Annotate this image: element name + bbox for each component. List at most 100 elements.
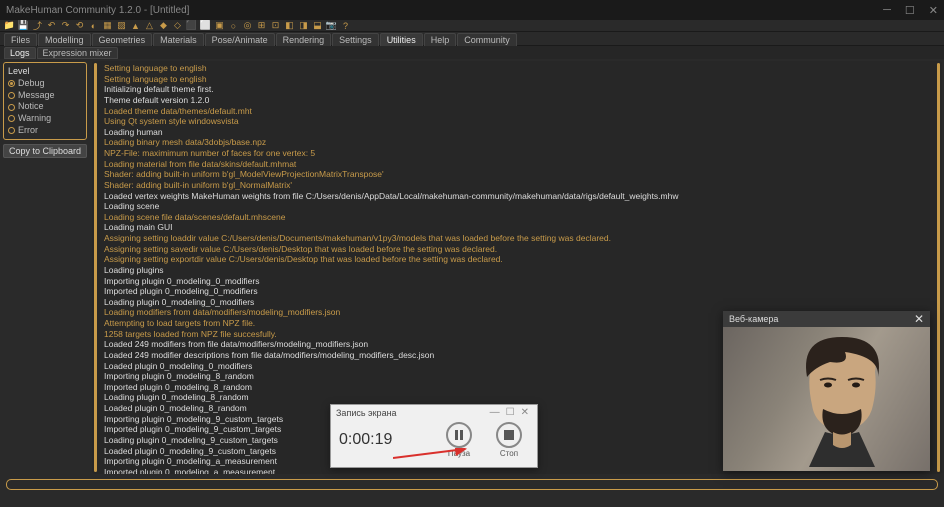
log-line: Loading human	[104, 127, 938, 138]
pause-label: Пауза	[448, 449, 470, 458]
radio-icon	[8, 92, 15, 99]
log-line: Loaded theme data/themes/default.mht	[104, 106, 938, 117]
stop-icon	[504, 430, 514, 440]
toolbar-skel-icon[interactable]: △	[144, 20, 155, 31]
radio-icon	[8, 104, 15, 111]
tab-community[interactable]: Community	[457, 33, 517, 46]
toolbar-t3-icon[interactable]: ⬓	[312, 20, 323, 31]
toolbar-wire-icon[interactable]: ▦	[102, 20, 113, 31]
sidebar: Level DebugMessageNoticeWarningError Cop…	[0, 59, 90, 476]
toolbar-cam2-icon[interactable]: ◎	[242, 20, 253, 31]
log-line: Loading plugin 0_modeling_0_modifiers	[104, 297, 938, 308]
level-option-notice[interactable]: Notice	[8, 101, 82, 113]
log-line: Loading main GUI	[104, 222, 938, 233]
recorder-maximize-icon[interactable]: ☐	[503, 407, 518, 418]
status-input[interactable]	[6, 479, 938, 490]
stop-button[interactable]	[496, 422, 522, 448]
log-line: Assigning setting savedir value C:/Users…	[104, 244, 938, 255]
radio-icon	[8, 115, 15, 122]
toolbar-undo-icon[interactable]: ↶	[46, 20, 57, 31]
log-line: Setting language to english	[104, 63, 938, 74]
tab-files[interactable]: Files	[4, 33, 37, 46]
log-line: Loading plugins	[104, 265, 938, 276]
toolbar-ortho-icon[interactable]: ⊞	[256, 20, 267, 31]
tab-materials[interactable]: Materials	[153, 33, 204, 46]
log-line: Loading material from file data/skins/de…	[104, 159, 938, 170]
stop-label: Стоп	[500, 449, 518, 458]
status-bar	[0, 476, 944, 492]
log-line: Loading scene file data/scenes/default.m…	[104, 212, 938, 223]
radio-icon	[8, 127, 15, 134]
toolbar-t1-icon[interactable]: ◧	[284, 20, 295, 31]
log-line: Shader: adding built-in uniform b'gl_Nor…	[104, 180, 938, 191]
tab-utilities[interactable]: Utilities	[380, 33, 423, 46]
copy-clipboard-button[interactable]: Copy to Clipboard	[3, 144, 87, 158]
maximize-icon[interactable]: ☐	[905, 4, 915, 17]
tab-modelling[interactable]: Modelling	[38, 33, 91, 46]
pause-icon	[454, 430, 464, 440]
toolbar-t2-icon[interactable]: ◨	[298, 20, 309, 31]
level-panel: Level DebugMessageNoticeWarningError	[3, 62, 87, 140]
level-option-warning[interactable]: Warning	[8, 113, 82, 125]
toolbar-save-icon[interactable]: 💾	[18, 20, 29, 31]
log-line: Imported plugin 0_modeling_0_modifiers	[104, 286, 938, 297]
close-icon[interactable]: ✕	[929, 4, 938, 17]
level-option-label: Warning	[18, 113, 51, 125]
main-tabs: FilesModellingGeometriesMaterialsPose/An…	[0, 32, 944, 46]
person-illustration	[795, 337, 890, 467]
log-line: Loaded vertex weights MakeHuman weights …	[104, 191, 938, 202]
level-option-error[interactable]: Error	[8, 125, 82, 137]
toolbar-sym1-icon[interactable]: ◆	[158, 20, 169, 31]
recorder-time: 0:00:19	[339, 431, 429, 449]
webcam-window[interactable]: Веб-камера ✕	[723, 311, 930, 471]
level-option-label: Notice	[18, 101, 44, 113]
subtab-logs[interactable]: Logs	[4, 47, 36, 59]
recorder-title: Запись экрана	[336, 408, 397, 418]
recorder-minimize-icon[interactable]: —	[487, 407, 503, 418]
level-option-message[interactable]: Message	[8, 90, 82, 102]
toolbar-help-icon[interactable]: ?	[340, 20, 351, 31]
toolbar-smooth-icon[interactable]: ◐	[88, 20, 99, 31]
toolbar-file-icon[interactable]: 📁	[4, 20, 15, 31]
toolbar-persp-icon[interactable]: ⊡	[270, 20, 281, 31]
window-title: MakeHuman Community 1.2.0 - [Untitled]	[6, 5, 883, 16]
toolbar-redo-icon[interactable]: ↷	[60, 20, 71, 31]
toolbar-sym2-icon[interactable]: ◇	[172, 20, 183, 31]
pause-button[interactable]	[446, 422, 472, 448]
webcam-title: Веб-камера	[729, 314, 778, 324]
log-line: Loading scene	[104, 201, 938, 212]
level-option-label: Error	[18, 125, 38, 137]
log-line: Setting language to english	[104, 74, 938, 85]
toolbar-cam-icon[interactable]: ○	[228, 20, 239, 31]
toolbar-pose-icon[interactable]: ▲	[130, 20, 141, 31]
tab-help[interactable]: Help	[424, 33, 457, 46]
toolbar-reset-icon[interactable]: ⟲	[74, 20, 85, 31]
toolbar-export-icon[interactable]: ⤴	[32, 20, 43, 31]
toolbar-grid-icon[interactable]: ▣	[214, 20, 225, 31]
subtab-expressionmixer[interactable]: Expression mixer	[37, 47, 118, 59]
level-option-debug[interactable]: Debug	[8, 78, 82, 90]
minimize-icon[interactable]: ─	[883, 4, 891, 17]
toolbar-screenshot-icon[interactable]: 📷	[326, 20, 337, 31]
recorder-close-icon[interactable]: ✕	[518, 407, 532, 418]
webcam-video	[723, 327, 930, 471]
tab-geometries[interactable]: Geometries	[92, 33, 153, 46]
webcam-close-icon[interactable]: ✕	[914, 312, 924, 326]
log-line: Assigning setting loaddir value C:/Users…	[104, 233, 938, 244]
log-line: NPZ-File: maximimum number of faces for …	[104, 148, 938, 159]
level-option-label: Debug	[18, 78, 45, 90]
screen-recorder-window[interactable]: Запись экрана — ☐ ✕ 0:00:19 Пауза Стоп	[330, 404, 538, 468]
log-line: Importing plugin 0_modeling_0_modifiers	[104, 276, 938, 287]
log-line: Loading binary mesh data/3dobjs/base.npz	[104, 137, 938, 148]
level-option-label: Message	[18, 90, 55, 102]
radio-icon	[8, 80, 15, 87]
log-line: Shader: adding built-in uniform b'gl_Mod…	[104, 169, 938, 180]
toolbar-bg-icon[interactable]: ▨	[116, 20, 127, 31]
sub-tabs: LogsExpression mixer	[0, 46, 944, 59]
tab-settings[interactable]: Settings	[332, 33, 379, 46]
toolbar-view2-icon[interactable]: ⬜	[200, 20, 211, 31]
toolbar-view1-icon[interactable]: ⬛	[186, 20, 197, 31]
log-line: Initializing default theme first.	[104, 84, 938, 95]
tab-poseanimate[interactable]: Pose/Animate	[205, 33, 275, 46]
tab-rendering[interactable]: Rendering	[276, 33, 332, 46]
